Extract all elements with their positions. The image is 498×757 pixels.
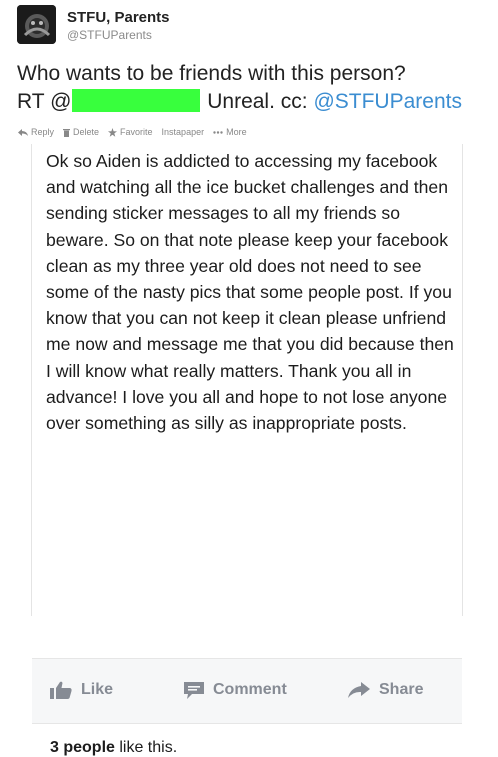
reply-arrow-icon — [18, 128, 28, 136]
facebook-action-bar: Like Comment Share — [32, 658, 462, 724]
like-label: Like — [81, 681, 114, 698]
share-arrow-icon — [348, 682, 370, 698]
likes-summary: 3 people like this. — [50, 739, 177, 757]
likes-count[interactable]: 3 people — [50, 739, 115, 756]
tweet-text: Who wants to be friends with this person… — [17, 60, 492, 116]
delete-label: Delete — [73, 127, 100, 137]
instapaper-button[interactable]: Instapaper — [162, 127, 205, 137]
ellipsis-icon — [213, 130, 223, 134]
account-name[interactable]: STFU, Parents — [67, 9, 170, 26]
tweet-actions: Reply Delete Favorite Instapaper More — [18, 127, 247, 137]
tweet-line-1: Who wants to be friends with this person… — [17, 62, 406, 85]
avatar[interactable] — [17, 5, 56, 44]
comment-button[interactable]: Comment — [184, 681, 287, 699]
reply-label: Reply — [31, 127, 55, 137]
favorite-button[interactable]: Favorite — [108, 127, 153, 137]
tweet-line-2: RT @ Unreal. cc: @STFUParents — [17, 88, 492, 116]
mention-link[interactable]: @STFUParents — [313, 90, 462, 113]
facebook-post-card: Ok so Aiden is addicted to accessing my … — [31, 144, 463, 756]
comment-label: Comment — [213, 681, 287, 698]
likes-suffix: like this. — [114, 739, 178, 756]
delete-button[interactable]: Delete — [63, 127, 99, 137]
rt-prefix: RT @ — [17, 90, 72, 113]
star-icon — [108, 127, 118, 137]
share-label: Share — [379, 681, 424, 698]
speech-bubble-icon — [184, 681, 204, 699]
trash-icon — [63, 128, 71, 137]
like-button[interactable]: Like — [50, 681, 113, 699]
more-label: More — [226, 127, 247, 137]
share-button[interactable]: Share — [348, 681, 423, 699]
avatar-image — [17, 5, 56, 44]
instapaper-label: Instapaper — [161, 127, 205, 137]
redacted-handle — [72, 89, 201, 112]
tweet-after-redaction: Unreal. cc: — [207, 90, 314, 113]
favorite-label: Favorite — [120, 127, 153, 137]
facebook-post-text: Ok so Aiden is addicted to accessing my … — [46, 151, 454, 434]
thumbs-up-icon — [50, 681, 72, 699]
account-handle[interactable]: @STFUParents — [67, 28, 152, 42]
reply-button[interactable]: Reply — [18, 127, 54, 137]
more-button[interactable]: More — [213, 127, 247, 137]
